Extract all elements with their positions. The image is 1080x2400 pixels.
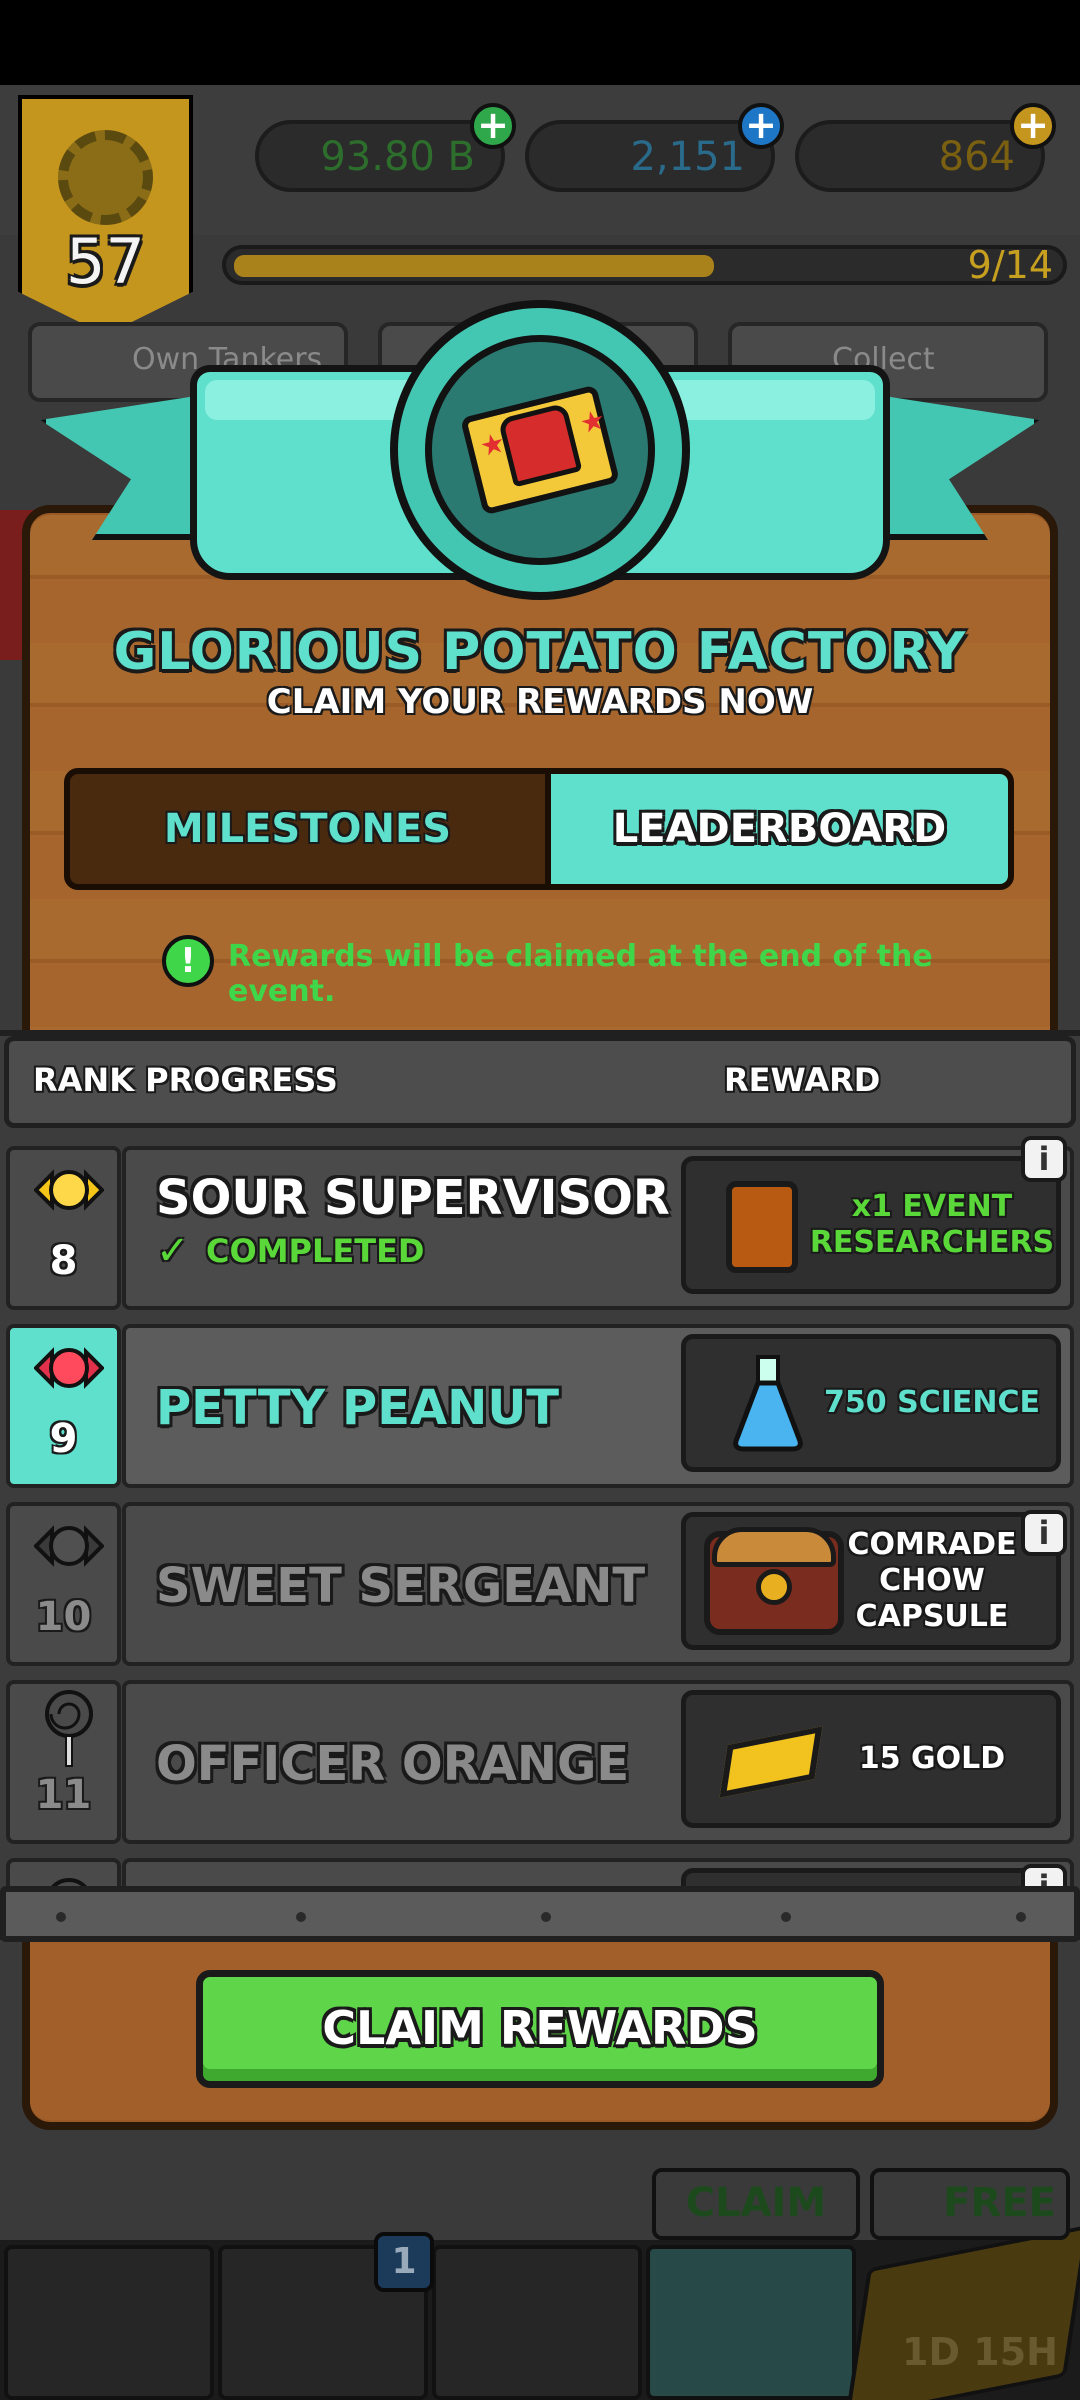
event-title: GLORIOUS POTATO FACTORY — [113, 622, 967, 682]
table-bottom-bar — [0, 1886, 1080, 1942]
rank-number: 9 — [49, 1416, 78, 1462]
check-icon: ✓ — [156, 1228, 190, 1274]
level-number: 57 — [66, 225, 145, 298]
rank-name: SWEET SERGEANT — [156, 1558, 646, 1614]
gear-icon — [58, 130, 153, 225]
rank-info: PETTY PEANUT 750 SCIENCE — [122, 1324, 1074, 1488]
reward-text: 15 GOLD — [858, 1741, 1006, 1776]
lollipop-icon — [45, 1690, 93, 1767]
candy-red-icon — [34, 1347, 104, 1389]
nav-flag[interactable] — [4, 2245, 214, 2400]
gold-bar-icon — [719, 1726, 823, 1798]
rank-status: COMPLETED — [206, 1232, 425, 1270]
rank-cell: 8 — [6, 1146, 121, 1310]
science-value: 2,151 — [630, 134, 745, 180]
reward-text: COMRADE CHOW CAPSULE — [847, 1527, 1017, 1634]
chest-timer: 1D 15H — [902, 2330, 1058, 2374]
claim-rewards-button[interactable]: CLAIM REWARDS — [196, 1970, 884, 2088]
add-cash-button[interactable]: + — [470, 103, 516, 149]
info-icon[interactable]: i — [1021, 1510, 1067, 1556]
alert-icon: ! — [162, 935, 214, 987]
rivet — [1016, 1912, 1026, 1922]
claim-rewards-label: CLAIM REWARDS — [322, 2001, 758, 2055]
flask-icon — [733, 1355, 803, 1452]
science-counter: 2,151 — [525, 120, 775, 192]
rank-name: OFFICER ORANGE — [156, 1736, 630, 1792]
reward-box[interactable]: 15 GOLD — [681, 1690, 1061, 1828]
event-subtitle: CLAIM YOUR REWARDS NOW — [266, 682, 814, 722]
reward-box[interactable]: 750 SCIENCE — [681, 1334, 1061, 1472]
tab-milestones[interactable]: MILESTONES — [70, 774, 545, 884]
table-row: 8 SOUR SUPERVISOR ✓ COMPLETED x1 EVENT R… — [0, 1136, 1080, 1314]
candy-gray-icon — [34, 1525, 104, 1567]
table-row: 11 OFFICER ORANGE 15 GOLD — [0, 1676, 1080, 1848]
book-icon — [726, 1181, 798, 1273]
rank-name: PETTY PEANUT — [156, 1380, 560, 1436]
rank-name: SOUR SUPERVISOR — [156, 1170, 670, 1226]
candy-yellow-icon — [34, 1169, 104, 1211]
reward-box[interactable]: x1 EVENT RESEARCHERS — [681, 1156, 1061, 1294]
table-row: 10 SWEET SERGEANT COMRADE CHOW CAPSULE i — [0, 1498, 1080, 1670]
reward-text: x1 EVENT RESEARCHERS — [809, 1189, 1055, 1260]
rank-info: SWEET SERGEANT COMRADE CHOW CAPSULE i — [122, 1502, 1074, 1666]
nav-claim-chip[interactable]: CLAIM — [652, 2168, 860, 2240]
reward-text: 750 SCIENCE — [824, 1385, 1040, 1420]
rank-number: 8 — [49, 1238, 78, 1284]
chest-lid — [712, 1527, 836, 1567]
rank-cell: 11 — [6, 1680, 121, 1844]
table-header: RANK PROGRESS REWARD — [4, 1036, 1076, 1128]
tab-leaderboard[interactable]: LEADERBOARD — [545, 774, 1008, 884]
leaderboard-table: RANK PROGRESS REWARD 8 SOUR SUPERVISOR ✓… — [0, 1030, 1080, 1940]
nav-free-chip[interactable]: FREE — [870, 2168, 1070, 2240]
info-icon[interactable]: i — [1021, 1136, 1067, 1182]
notification-badge: 1 — [374, 2232, 434, 2292]
cash-counter: 93.80 B — [255, 120, 505, 192]
gold-counter: 864 — [795, 120, 1045, 192]
rank-cell: 9 — [6, 1324, 121, 1488]
rivet — [296, 1912, 306, 1922]
nav-folder[interactable] — [432, 2245, 642, 2400]
tab-bar: MILESTONES LEADERBOARD — [64, 768, 1014, 890]
add-science-button[interactable]: + — [738, 103, 784, 149]
rivet — [541, 1912, 551, 1922]
xp-fill — [234, 255, 714, 277]
xp-bar: 9/14 — [222, 243, 1067, 287]
rivet — [56, 1912, 66, 1922]
rank-cell: 10 — [6, 1502, 121, 1666]
column-rank-progress: RANK PROGRESS — [33, 1061, 338, 1099]
table-row: 9 PETTY PEANUT 750 SCIENCE — [0, 1320, 1080, 1492]
chest-lock — [756, 1569, 792, 1605]
xp-text: 9/14 — [967, 243, 1053, 287]
rank-number: 11 — [35, 1772, 92, 1818]
status-bar — [0, 0, 1080, 85]
rank-info: OFFICER ORANGE 15 GOLD — [122, 1680, 1074, 1844]
reward-box[interactable]: COMRADE CHOW CAPSULE — [681, 1512, 1061, 1650]
gold-value: 864 — [938, 134, 1015, 180]
rank-info: SOUR SUPERVISOR ✓ COMPLETED x1 EVENT RES… — [122, 1136, 1074, 1310]
rank-number: 10 — [35, 1594, 92, 1640]
rivet — [781, 1912, 791, 1922]
column-reward: REWARD — [724, 1061, 881, 1099]
cash-value: 93.80 B — [320, 134, 475, 180]
notice-text: Rewards will be claimed at the end of th… — [228, 939, 933, 1009]
add-gold-button[interactable]: + — [1010, 103, 1056, 149]
nav-event[interactable] — [646, 2245, 856, 2400]
